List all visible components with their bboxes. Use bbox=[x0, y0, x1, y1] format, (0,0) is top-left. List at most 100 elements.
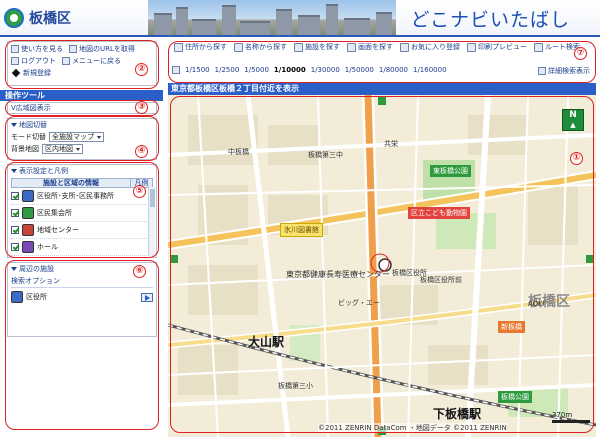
facility-row-community-center[interactable]: 地域センター bbox=[11, 222, 153, 239]
facility-checkbox[interactable] bbox=[11, 226, 19, 234]
map-address-bar: 東京都板橋区板橋２丁目付近を表示 bbox=[168, 83, 596, 95]
map-label-big-a: ビッグ・エー bbox=[338, 299, 380, 307]
search-facility-button[interactable]: 施設を探す bbox=[294, 42, 340, 52]
pan-left-button[interactable] bbox=[170, 255, 178, 263]
hall-icon bbox=[22, 241, 34, 253]
map-label-kyoeki: 共栄 bbox=[384, 140, 398, 148]
menu-icon bbox=[62, 57, 70, 65]
facility-checkbox[interactable] bbox=[11, 209, 19, 217]
go-arrow-button[interactable] bbox=[141, 292, 153, 302]
nearby-title[interactable]: 周辺の施設 bbox=[11, 264, 153, 274]
callout-number-3: ③ bbox=[135, 101, 148, 114]
search-by-address-button[interactable]: 住所から探す bbox=[174, 42, 227, 52]
left-panel: 使い方を見る 地図のURLを取得 ログアウト メニューに戻る 新規登録 操作ツー… bbox=[0, 38, 163, 437]
scale-option[interactable]: 1/80000 bbox=[379, 66, 408, 74]
scale-icon bbox=[172, 66, 180, 74]
map-label-itabashi-park[interactable]: 板橋公園 bbox=[498, 391, 532, 403]
facility-row-ward-office[interactable]: 区役所･支所･区民事務所 bbox=[11, 188, 153, 205]
detail-search-button[interactable]: 詳細検索表示 bbox=[538, 66, 590, 76]
map-label-shinitabashi[interactable]: 新板橋 bbox=[498, 321, 525, 333]
background-label: 背景地図 bbox=[11, 145, 39, 153]
facility-checkbox[interactable] bbox=[11, 243, 19, 251]
mode-select[interactable]: 全施設マップ bbox=[49, 132, 104, 142]
map-label-junior-high: 板橋第三中 bbox=[308, 151, 343, 159]
route-icon bbox=[534, 42, 543, 52]
collapse-arrow-icon bbox=[11, 267, 17, 271]
callout-number-4: ④ bbox=[135, 145, 148, 158]
map-label-park[interactable]: 東板橋公園 bbox=[430, 165, 471, 177]
ward-name: 板橋区 bbox=[29, 11, 71, 27]
scale-option[interactable]: 1/50000 bbox=[345, 66, 374, 74]
back-to-menu-link[interactable]: メニューに戻る bbox=[62, 56, 121, 66]
map-label-ward-office-front: 板橋区役所前 bbox=[420, 276, 462, 284]
search-screen-button[interactable]: 画面を探す bbox=[347, 42, 393, 52]
background-select[interactable]: 区内地図 bbox=[42, 144, 83, 154]
nearby-ward-office-row[interactable]: 区役所 bbox=[11, 291, 153, 303]
scale-option[interactable]: 1/160000 bbox=[413, 66, 447, 74]
screen-icon bbox=[347, 42, 356, 52]
pan-right-button[interactable] bbox=[586, 255, 594, 263]
header-photo bbox=[148, 0, 396, 35]
callout-number-1: ① bbox=[570, 152, 583, 165]
facility-scrollbar[interactable] bbox=[148, 187, 155, 255]
address-icon bbox=[174, 42, 183, 52]
new-register-link[interactable]: 新規登録 bbox=[11, 68, 51, 78]
search-by-name-button[interactable]: 名称から探す bbox=[234, 42, 287, 52]
logout-icon bbox=[11, 57, 19, 65]
scale-option[interactable]: 1/30000 bbox=[311, 66, 340, 74]
facility-list-header: 施設と区域の情報 凡例 bbox=[11, 178, 153, 188]
utility-links: 使い方を見る 地図のURLを取得 ログアウト メニューに戻る 新規登録 bbox=[7, 41, 157, 86]
facility-row-hall[interactable]: ホール bbox=[11, 239, 153, 256]
chevron-down-icon bbox=[97, 135, 101, 139]
facility-row-assembly-hall[interactable]: 区民集会所 bbox=[11, 205, 153, 222]
display-settings-title[interactable]: 表示設定と凡例 bbox=[11, 166, 153, 176]
route-search-button[interactable]: ルート検索 bbox=[534, 42, 580, 52]
pan-up-button[interactable] bbox=[378, 97, 386, 105]
map-label-naka-itabashi: 中板橋 bbox=[228, 148, 249, 156]
add-favorite-button[interactable]: お気に入り登録 bbox=[400, 42, 460, 52]
ward-office-icon bbox=[11, 291, 23, 303]
name-icon bbox=[234, 42, 243, 52]
map-toolbar: 住所から探す 名称から探す 施設を探す 画面を探す お気に入り登録 印刷プレビュ… bbox=[168, 39, 596, 81]
chevron-down-icon bbox=[76, 147, 80, 151]
url-icon bbox=[69, 45, 77, 53]
collapse-arrow-icon bbox=[11, 169, 17, 173]
print-icon bbox=[467, 42, 476, 52]
scale-option[interactable]: 1/1500 bbox=[185, 66, 210, 74]
diamond-icon bbox=[11, 68, 21, 78]
facility-checkbox[interactable] bbox=[11, 192, 19, 200]
map-copyright: ©2011 ZENRIN DataCom ・地図データ ©2011 ZENRIN bbox=[318, 423, 507, 433]
print-preview-button[interactable]: 印刷プレビュー bbox=[467, 42, 527, 52]
app-header: 板橋区 どこナビいたばし bbox=[0, 0, 600, 37]
scale-selector: 1/1500 1/2500 1/5000 1/10000 1/30000 1/5… bbox=[172, 66, 447, 74]
collapse-arrow-icon bbox=[11, 123, 17, 127]
search-tools: 住所から探す 名称から探す 施設を探す 画面を探す お気に入り登録 印刷プレビュ… bbox=[174, 42, 580, 52]
compass-north-icon[interactable]: N ▲ bbox=[562, 109, 584, 131]
scale-option[interactable]: 1/5000 bbox=[244, 66, 269, 74]
get-url-link[interactable]: 地図のURLを取得 bbox=[69, 44, 135, 54]
map-label-library[interactable]: 氷川図書館 bbox=[280, 223, 323, 237]
callout-number-6: ⑥ bbox=[133, 265, 146, 278]
scrollbar-thumb[interactable] bbox=[150, 189, 155, 207]
ward-logo[interactable]: 板橋区 bbox=[4, 6, 71, 30]
assembly-hall-icon bbox=[22, 207, 34, 219]
callout-number-5: ⑤ bbox=[133, 185, 146, 198]
ward-office-icon bbox=[22, 190, 34, 202]
help-link[interactable]: 使い方を見る bbox=[11, 44, 63, 54]
facility-icon bbox=[294, 42, 303, 52]
callout-number-7: ⑦ bbox=[574, 47, 587, 60]
mode-label: モード切替 bbox=[11, 133, 46, 141]
scale-option-active[interactable]: 1/10000 bbox=[274, 66, 306, 74]
map-label-oyama-station[interactable]: 大山駅 bbox=[248, 333, 284, 350]
community-center-icon bbox=[22, 224, 34, 236]
map-canvas[interactable]: N ▲ 氷川図書館 区立こども動物園 東板橋公園 新板橋 板橋公園 大山駅 下板橋… bbox=[168, 95, 596, 437]
map-switch-title[interactable]: 地図切替 bbox=[11, 120, 153, 130]
logout-link[interactable]: ログアウト bbox=[11, 56, 56, 66]
map-label-hospital[interactable]: 東京都健康長寿医療センター bbox=[286, 269, 390, 280]
search-option-link[interactable]: 検索オプション bbox=[11, 276, 153, 288]
help-icon bbox=[11, 45, 19, 53]
map-label-shimo-itabashi[interactable]: 下板橋駅 bbox=[433, 405, 481, 422]
map-label-zoo[interactable]: 区立こども動物園 bbox=[408, 207, 470, 219]
scale-option[interactable]: 1/2500 bbox=[215, 66, 240, 74]
favorite-icon bbox=[400, 42, 409, 52]
